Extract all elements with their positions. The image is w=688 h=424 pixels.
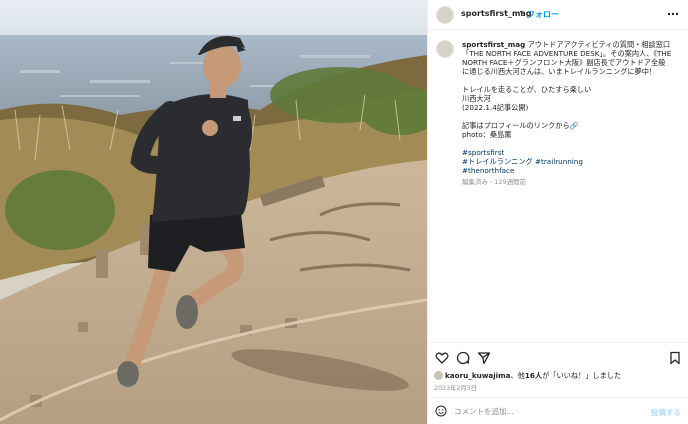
likes-text: 、他 <box>510 371 525 380</box>
comment-input[interactable] <box>454 404 634 418</box>
heart-icon[interactable] <box>435 351 449 365</box>
caption-text: sportsfirst_mag アウトドアアクティビティの質問・相談窓口 「TH… <box>462 40 682 187</box>
liker-avatar <box>434 371 443 380</box>
emoji-icon[interactable] <box>435 405 447 417</box>
likes-summary[interactable]: kaoru_kuwajima、他16人が「いいね！」しました <box>434 371 621 381</box>
likes-text-end: が「いいね！」しました <box>542 371 622 380</box>
post-side-panel: sportsfirst_mag • フォロー sportsfirst_mag ア… <box>427 0 688 424</box>
hashtag-link[interactable]: #トレイルランニング #trailrunning <box>462 157 682 166</box>
likes-count[interactable]: 16人 <box>525 371 542 380</box>
separator-dot: • <box>519 8 524 17</box>
post-header: sportsfirst_mag • フォロー <box>428 0 688 30</box>
caption-line: トレイルを走ることが、ひたすら楽しい <box>462 85 592 94</box>
action-bar <box>428 342 688 368</box>
post-comment-button[interactable]: 投稿する <box>651 407 681 418</box>
hashtag-link[interactable]: #sportsfirst <box>462 148 682 157</box>
comment-bar: 投稿する <box>428 397 688 424</box>
caption-avatar[interactable] <box>436 40 454 58</box>
hashtag-link[interactable]: #thenorthface <box>462 166 682 175</box>
caption-line: 「THE NORTH FACE ADVENTURE DESK」。その案内人、《T… <box>462 49 672 58</box>
post-date: 2023年2月3日 <box>434 385 477 392</box>
avatar[interactable] <box>436 6 454 24</box>
trail-runner-photo <box>0 0 427 424</box>
post-modal: sportsfirst_mag • フォロー sportsfirst_mag ア… <box>0 0 688 424</box>
post-photo[interactable] <box>0 0 427 424</box>
caption-line: NORTH FACE＋グランフロント大阪》副店長でアウトドア全般 <box>462 58 666 67</box>
more-horizontal-icon[interactable] <box>667 8 679 20</box>
caption-line: photo：桑島薫 <box>462 130 512 139</box>
caption-line: に通じる川西大河さんは、いまトレイルランニングに夢中！ <box>462 67 657 76</box>
caption-area: sportsfirst_mag アウトドアアクティビティの質問・相談窓口 「TH… <box>428 36 688 336</box>
follow-button[interactable]: フォロー <box>527 9 559 20</box>
caption-username[interactable]: sportsfirst_mag <box>462 40 525 49</box>
caption-line: 川西大河 <box>462 94 491 103</box>
comment-bubble-icon[interactable] <box>456 351 470 365</box>
caption-meta: 編集済み · 129週間前 <box>462 178 527 186</box>
caption-line: (2022.1.4記事公開) <box>462 103 529 112</box>
send-icon[interactable] <box>477 351 491 365</box>
caption-line: 記事はプロフィールのリンクから🔗 <box>462 121 579 130</box>
liker-username[interactable]: kaoru_kuwajima <box>445 371 510 380</box>
caption-line: アウトドアアクティビティの質問・相談窓口 <box>527 40 671 49</box>
bookmark-icon[interactable] <box>668 351 682 365</box>
